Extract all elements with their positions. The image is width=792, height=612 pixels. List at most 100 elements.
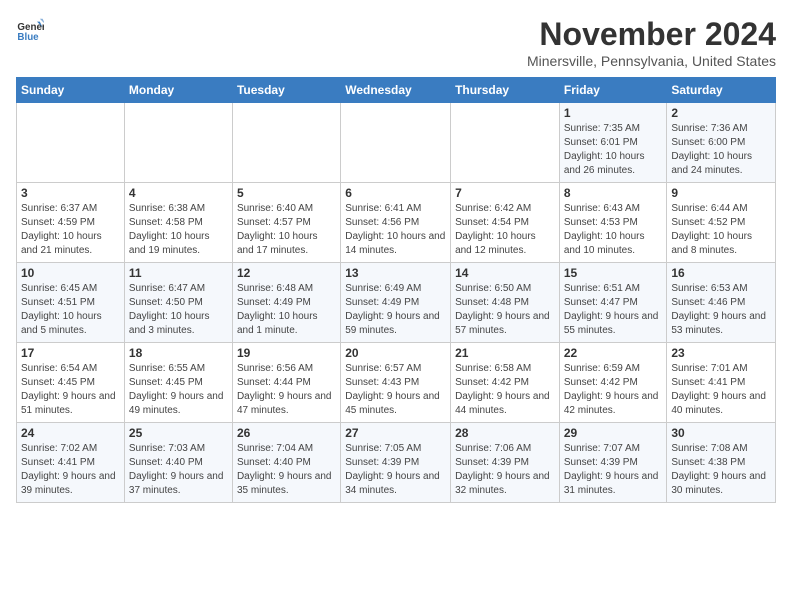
calendar-cell: 3 Sunrise: 6:37 AM Sunset: 4:59 PM Daylig… — [17, 183, 125, 263]
calendar-cell: 30 Sunrise: 7:08 AM Sunset: 4:38 PM Dayli… — [667, 423, 776, 503]
calendar-cell: 9 Sunrise: 6:44 AM Sunset: 4:52 PM Daylig… — [667, 183, 776, 263]
calendar-cell: 4 Sunrise: 6:38 AM Sunset: 4:58 PM Daylig… — [124, 183, 232, 263]
location-title: Minersville, Pennsylvania, United States — [527, 53, 776, 69]
day-header-sunday: Sunday — [17, 78, 125, 103]
day-info: Sunrise: 6:41 AM Sunset: 4:56 PM Dayligh… — [345, 202, 446, 258]
day-info: Sunrise: 7:07 AM Sunset: 4:39 PM Dayligh… — [564, 442, 663, 498]
day-number: 28 — [455, 426, 555, 440]
calendar-cell: 21 Sunrise: 6:58 AM Sunset: 4:42 PM Dayli… — [451, 343, 560, 423]
calendar-week-5: 24 Sunrise: 7:02 AM Sunset: 4:41 PM Dayli… — [17, 423, 776, 503]
day-info: Sunrise: 7:35 AM Sunset: 6:01 PM Dayligh… — [564, 122, 663, 178]
day-number: 2 — [671, 106, 771, 120]
calendar-cell: 10 Sunrise: 6:45 AM Sunset: 4:51 PM Dayli… — [17, 263, 125, 343]
calendar-cell: 25Sunrise: 7:03 AM Sunset: 4:40 PM Dayli… — [124, 423, 232, 503]
day-number: 3 — [21, 186, 120, 200]
day-number: 30 — [671, 426, 771, 440]
day-info: Sunrise: 6:38 AM Sunset: 4:58 PM Dayligh… — [129, 202, 228, 258]
day-info: Sunrise: 6:42 AM Sunset: 4:54 PM Dayligh… — [455, 202, 555, 258]
day-number: 19 — [237, 346, 336, 360]
day-info: Sunrise: 6:40 AM Sunset: 4:57 PM Dayligh… — [237, 202, 336, 258]
calendar-cell — [17, 103, 125, 183]
header-row: SundayMondayTuesdayWednesdayThursdayFrid… — [17, 78, 776, 103]
calendar-cell: 17 Sunrise: 6:54 AM Sunset: 4:45 PM Dayli… — [17, 343, 125, 423]
day-info: Sunrise: 6:43 AM Sunset: 4:53 PM Dayligh… — [564, 202, 663, 258]
day-number: 18 — [129, 346, 228, 360]
calendar-cell: 24 Sunrise: 7:02 AM Sunset: 4:41 PM Dayli… — [17, 423, 125, 503]
svg-text:Blue: Blue — [17, 32, 39, 43]
calendar-table: SundayMondayTuesdayWednesdayThursdayFrid… — [16, 77, 776, 503]
day-number: 13 — [345, 266, 446, 280]
calendar-cell: 19 Sunrise: 6:56 AM Sunset: 4:44 PM Dayli… — [232, 343, 340, 423]
calendar-cell — [341, 103, 451, 183]
calendar-cell — [451, 103, 560, 183]
day-number: 4 — [129, 186, 228, 200]
day-number: 5 — [237, 186, 336, 200]
day-info: Sunrise: 7:06 AM Sunset: 4:39 PM Dayligh… — [455, 442, 555, 498]
day-info: Sunrise: 6:56 AM Sunset: 4:44 PM Dayligh… — [237, 362, 336, 418]
calendar-cell: 8Sunrise: 6:43 AM Sunset: 4:53 PM Daylig… — [559, 183, 667, 263]
day-number: 7 — [455, 186, 555, 200]
calendar-week-4: 17 Sunrise: 6:54 AM Sunset: 4:45 PM Dayli… — [17, 343, 776, 423]
day-header-monday: Monday — [124, 78, 232, 103]
calendar-cell: 18 Sunrise: 6:55 AM Sunset: 4:45 PM Dayli… — [124, 343, 232, 423]
calendar-week-2: 3 Sunrise: 6:37 AM Sunset: 4:59 PM Daylig… — [17, 183, 776, 263]
day-info: Sunrise: 7:02 AM Sunset: 4:41 PM Dayligh… — [21, 442, 120, 498]
day-info: Sunrise: 7:08 AM Sunset: 4:38 PM Dayligh… — [671, 442, 771, 498]
day-header-tuesday: Tuesday — [232, 78, 340, 103]
day-info: Sunrise: 6:50 AM Sunset: 4:48 PM Dayligh… — [455, 282, 555, 338]
day-info: Sunrise: 6:59 AM Sunset: 4:42 PM Dayligh… — [564, 362, 663, 418]
calendar-cell: 22 Sunrise: 6:59 AM Sunset: 4:42 PM Dayli… — [559, 343, 667, 423]
day-number: 11 — [129, 266, 228, 280]
day-info: Sunrise: 7:05 AM Sunset: 4:39 PM Dayligh… — [345, 442, 446, 498]
day-info: Sunrise: 6:54 AM Sunset: 4:45 PM Dayligh… — [21, 362, 120, 418]
calendar-cell: 12 Sunrise: 6:48 AM Sunset: 4:49 PM Dayli… — [232, 263, 340, 343]
day-info: Sunrise: 7:36 AM Sunset: 6:00 PM Dayligh… — [671, 122, 771, 178]
day-number: 12 — [237, 266, 336, 280]
day-info: Sunrise: 7:03 AM Sunset: 4:40 PM Dayligh… — [129, 442, 228, 498]
day-number: 1 — [564, 106, 663, 120]
day-number: 23 — [671, 346, 771, 360]
day-info: Sunrise: 6:44 AM Sunset: 4:52 PM Dayligh… — [671, 202, 771, 258]
day-info: Sunrise: 6:53 AM Sunset: 4:46 PM Dayligh… — [671, 282, 771, 338]
day-header-thursday: Thursday — [451, 78, 560, 103]
title-area: November 2024 Minersville, Pennsylvania,… — [527, 16, 776, 69]
calendar-cell: 2 Sunrise: 7:36 AM Sunset: 6:00 PM Daylig… — [667, 103, 776, 183]
calendar-cell: 15 Sunrise: 6:51 AM Sunset: 4:47 PM Dayli… — [559, 263, 667, 343]
day-number: 15 — [564, 266, 663, 280]
calendar-cell: 29Sunrise: 7:07 AM Sunset: 4:39 PM Dayli… — [559, 423, 667, 503]
calendar-cell: 28 Sunrise: 7:06 AM Sunset: 4:39 PM Dayli… — [451, 423, 560, 503]
day-number: 10 — [21, 266, 120, 280]
day-number: 26 — [237, 426, 336, 440]
day-info: Sunrise: 6:57 AM Sunset: 4:43 PM Dayligh… — [345, 362, 446, 418]
day-info: Sunrise: 6:48 AM Sunset: 4:49 PM Dayligh… — [237, 282, 336, 338]
calendar-cell: 27 Sunrise: 7:05 AM Sunset: 4:39 PM Dayli… — [341, 423, 451, 503]
day-info: Sunrise: 7:04 AM Sunset: 4:40 PM Dayligh… — [237, 442, 336, 498]
day-info: Sunrise: 7:01 AM Sunset: 4:41 PM Dayligh… — [671, 362, 771, 418]
day-number: 24 — [21, 426, 120, 440]
calendar-week-3: 10 Sunrise: 6:45 AM Sunset: 4:51 PM Dayli… — [17, 263, 776, 343]
day-number: 20 — [345, 346, 446, 360]
day-info: Sunrise: 6:55 AM Sunset: 4:45 PM Dayligh… — [129, 362, 228, 418]
day-info: Sunrise: 6:37 AM Sunset: 4:59 PM Dayligh… — [21, 202, 120, 258]
month-title: November 2024 — [527, 16, 776, 53]
page-header: General Blue November 2024 Minersville, … — [16, 16, 776, 69]
calendar-cell: 23 Sunrise: 7:01 AM Sunset: 4:41 PM Dayli… — [667, 343, 776, 423]
day-number: 21 — [455, 346, 555, 360]
day-info: Sunrise: 6:45 AM Sunset: 4:51 PM Dayligh… — [21, 282, 120, 338]
day-info: Sunrise: 6:47 AM Sunset: 4:50 PM Dayligh… — [129, 282, 228, 338]
day-number: 17 — [21, 346, 120, 360]
calendar-cell — [232, 103, 340, 183]
day-info: Sunrise: 6:51 AM Sunset: 4:47 PM Dayligh… — [564, 282, 663, 338]
day-number: 22 — [564, 346, 663, 360]
day-number: 27 — [345, 426, 446, 440]
logo: General Blue — [16, 16, 44, 44]
calendar-cell: 5 Sunrise: 6:40 AM Sunset: 4:57 PM Daylig… — [232, 183, 340, 263]
calendar-cell: 7 Sunrise: 6:42 AM Sunset: 4:54 PM Daylig… — [451, 183, 560, 263]
calendar-cell: 20 Sunrise: 6:57 AM Sunset: 4:43 PM Dayli… — [341, 343, 451, 423]
day-info: Sunrise: 6:58 AM Sunset: 4:42 PM Dayligh… — [455, 362, 555, 418]
calendar-week-1: 1 Sunrise: 7:35 AM Sunset: 6:01 PM Daylig… — [17, 103, 776, 183]
calendar-cell: 1 Sunrise: 7:35 AM Sunset: 6:01 PM Daylig… — [559, 103, 667, 183]
day-number: 9 — [671, 186, 771, 200]
logo-icon: General Blue — [16, 16, 44, 44]
day-header-friday: Friday — [559, 78, 667, 103]
